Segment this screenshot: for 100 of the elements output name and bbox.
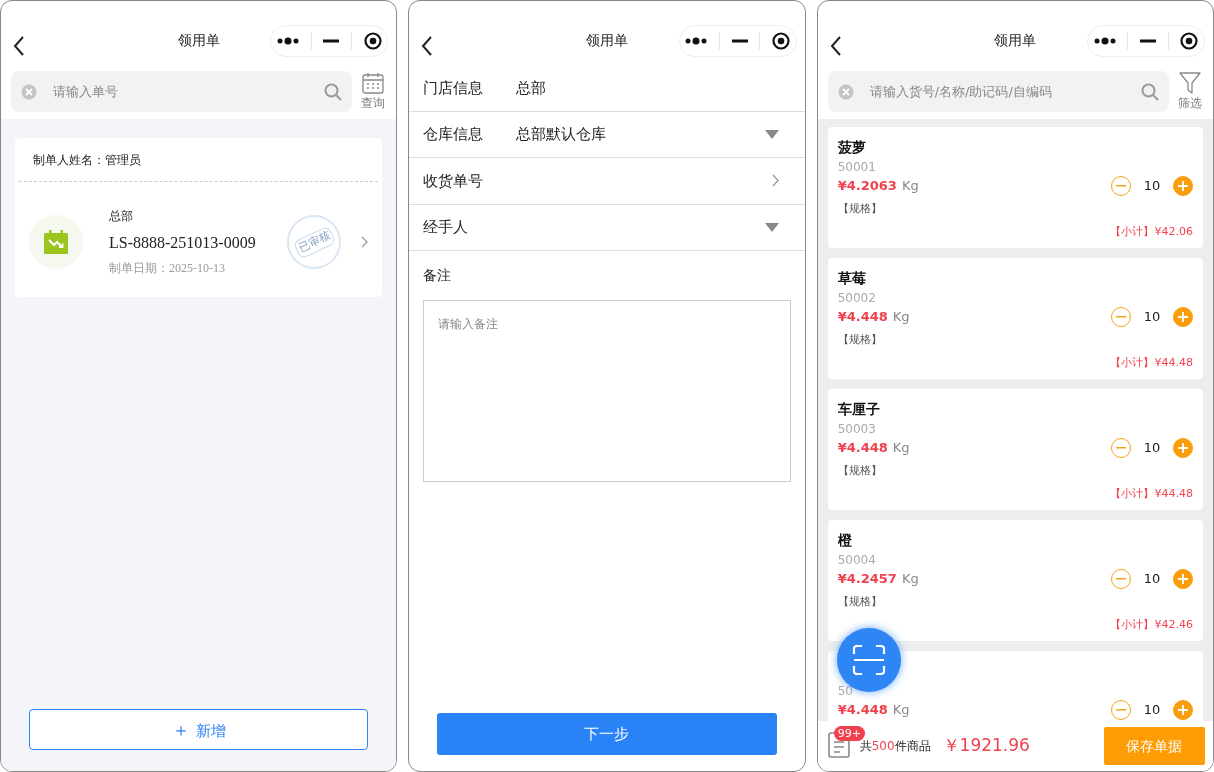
minus-icon <box>1116 578 1126 580</box>
unit-label: Kg <box>892 701 910 719</box>
product-price: ¥4.448 <box>837 308 888 326</box>
minimize-icon[interactable] <box>1139 39 1156 43</box>
approved-stamp: 已审核 <box>287 215 342 269</box>
plus-button[interactable] <box>1173 307 1193 327</box>
minus-button[interactable] <box>1111 307 1131 327</box>
order-card[interactable]: 制单人姓名：管理员 总部 LS-8888-251013-0009 制单日期：2025-10-13 已审核 <box>15 138 383 297</box>
field-label: 仓库信息 <box>423 124 485 145</box>
spec-label: 【规格】 <box>837 201 883 217</box>
page-title: 领用单 <box>177 32 220 48</box>
product-card[interactable]: 草莓 50002 ¥4.448 Kg 10 【规格】 【小计】¥44.48 <box>827 258 1203 379</box>
product-card[interactable]: 50 ¥4.448 Kg 10 <box>827 651 1203 721</box>
minus-icon <box>1116 709 1126 711</box>
more-icon[interactable] <box>685 37 708 45</box>
close-icon[interactable] <box>1180 32 1199 50</box>
plus-button[interactable] <box>1173 438 1193 458</box>
search-icon[interactable] <box>1141 82 1159 101</box>
page-title: 领用单 <box>994 32 1037 48</box>
minus-icon <box>1116 316 1126 318</box>
subtotal: 【小计】¥42.46 <box>1109 617 1193 633</box>
field-value: 总部默认仓库 <box>516 124 607 145</box>
close-icon[interactable] <box>771 32 790 50</box>
clear-icon[interactable] <box>21 83 37 100</box>
plus-icon <box>1178 705 1188 715</box>
calendar-icon[interactable] <box>362 71 385 94</box>
product-card[interactable]: 菠萝 50001 ¥4.2063 Kg 10 【规格】 【小计】¥42.06 <box>827 127 1203 248</box>
plus-icon <box>1178 312 1188 322</box>
remark-label: 备注 <box>422 266 453 285</box>
scan-icon <box>851 644 886 676</box>
store-name: 总部 <box>109 208 134 225</box>
unit-label: Kg <box>892 308 910 326</box>
product-name: 草莓 <box>837 269 867 288</box>
back-icon[interactable] <box>13 35 25 57</box>
product-price: ¥4.2457 <box>837 570 897 588</box>
form-row[interactable]: 门店信息 总部 <box>409 65 805 112</box>
close-icon[interactable] <box>363 32 382 50</box>
add-button[interactable]: ＋ 新增 <box>29 709 369 750</box>
unit-label: Kg <box>892 439 910 457</box>
order-date: 制单日期：2025-10-13 <box>109 260 226 277</box>
filter-label[interactable]: 筛选 <box>1178 93 1202 112</box>
clear-icon[interactable] <box>837 83 854 100</box>
subtotal: 【小计】¥44.48 <box>1109 486 1193 502</box>
query-label[interactable]: 查询 <box>361 93 386 112</box>
product-name: 橙 <box>837 531 853 550</box>
dropdown-icon <box>764 129 779 139</box>
subtotal: 【小计】¥42.06 <box>1109 224 1193 240</box>
filter-icon[interactable] <box>1179 71 1201 94</box>
page-title: 领用单 <box>586 32 628 48</box>
form-row[interactable]: 仓库信息 总部默认仓库 <box>409 111 805 158</box>
unit-label: Kg <box>901 570 919 588</box>
more-icon[interactable] <box>1093 37 1116 45</box>
chevron-icon <box>361 236 369 248</box>
field-value: 总部 <box>516 77 547 99</box>
field-label: 收货单号 <box>423 170 485 192</box>
plus-button[interactable] <box>1173 700 1193 720</box>
remark-field[interactable]: 请输入备注 <box>423 300 791 482</box>
chevron-icon <box>771 174 779 188</box>
quantity: 10 <box>1142 701 1162 719</box>
plus-icon <box>1178 181 1188 191</box>
quantity: 10 <box>1142 570 1162 588</box>
maker-name: 制单人姓名：管理员 <box>19 138 379 182</box>
form-row[interactable]: 收货单号 <box>409 158 805 205</box>
back-icon[interactable] <box>421 35 434 57</box>
unit-label: Kg <box>901 177 919 195</box>
product-card[interactable]: 车厘子 50003 ¥4.448 Kg 10 【规格】 【小计】¥44.48 <box>827 389 1203 510</box>
product-code: 50003 <box>837 421 877 438</box>
quantity: 10 <box>1142 439 1162 457</box>
minus-button[interactable] <box>1111 569 1131 589</box>
plus-icon <box>1178 574 1188 584</box>
search-field[interactable]: 请输入货号/名称/助记码/自编码 <box>827 71 1169 112</box>
minimize-icon[interactable] <box>323 39 340 43</box>
product-code: 50002 <box>837 290 877 307</box>
minus-button[interactable] <box>1111 700 1131 720</box>
field-label: 经手人 <box>423 217 470 238</box>
plus-button[interactable] <box>1173 176 1193 196</box>
search-input[interactable]: 请输入货号/名称/助记码/自编码 <box>867 71 1127 112</box>
plus-button[interactable] <box>1173 569 1193 589</box>
item-count: 共500件商品 <box>859 738 931 755</box>
product-card[interactable]: 橙 50004 ¥4.2457 Kg 10 【规格】 【小计】¥42.46 <box>827 520 1203 641</box>
search-icon[interactable] <box>324 82 343 101</box>
product-price: ¥4.2063 <box>837 177 897 195</box>
next-button[interactable]: 下一步 <box>437 713 777 755</box>
back-icon[interactable] <box>829 35 842 57</box>
total-price: ￥1921.96 <box>942 734 1030 758</box>
search-input[interactable]: 请输入单号 <box>51 71 311 112</box>
more-icon[interactable] <box>277 37 300 45</box>
search-field[interactable]: 请输入单号 <box>11 71 353 112</box>
product-code: 50 <box>837 683 854 700</box>
product-name: 车厘子 <box>837 400 881 419</box>
minus-button[interactable] <box>1111 438 1131 458</box>
product-code: 50004 <box>837 552 877 569</box>
count-badge: 99+ <box>833 726 865 741</box>
field-label: 门店信息 <box>423 77 485 99</box>
minus-icon <box>1116 185 1126 187</box>
dropdown-icon <box>764 222 779 232</box>
minus-icon <box>1116 447 1126 449</box>
minus-button[interactable] <box>1111 176 1131 196</box>
minimize-icon[interactable] <box>731 39 748 43</box>
form-row[interactable]: 经手人 <box>409 204 805 251</box>
